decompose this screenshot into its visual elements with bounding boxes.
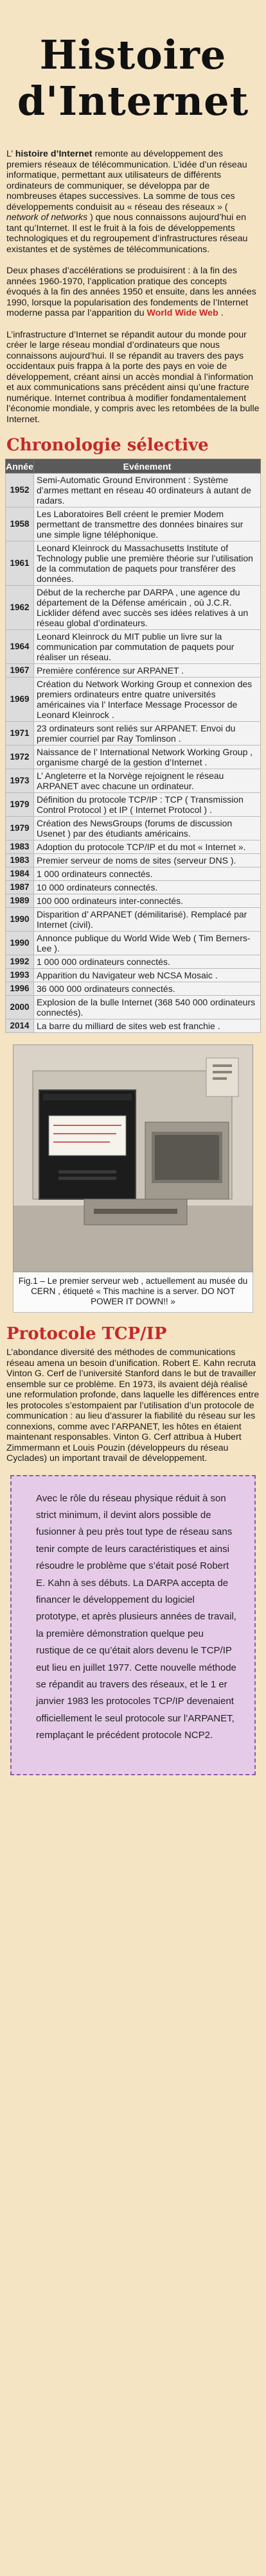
timeline-row: 1979 Définition du protocole TCP/IP : TCP… xyxy=(5,792,261,817)
intro-prefix: L’ xyxy=(6,149,15,159)
timeline-event: Définition du protocole TCP/IP : TCP ( T… xyxy=(33,792,261,817)
column-header-year: Année xyxy=(5,459,34,473)
timeline-row: 1969 Création du Network Working Group et… xyxy=(5,677,261,722)
timeline-row: 1992 1 000 000 ordinateurs connectés. xyxy=(5,955,261,969)
timeline-row: 1989 100 000 ordinateurs inter-connectés. xyxy=(5,894,261,908)
timeline-event: Explosion de la bulle Internet (368 540 … xyxy=(33,995,261,1019)
timeline-row: 1962 Début de la recherche par DARPA , un… xyxy=(5,585,261,630)
timeline-row: 1990 Annonce publique du World Wide Web (… xyxy=(5,931,261,955)
timeline-event: Création du Network Working Group et con… xyxy=(33,677,261,722)
timeline-year: 1983 xyxy=(5,853,34,867)
timeline-event: Annonce publique du World Wide Web ( Tim… xyxy=(33,931,261,955)
tcpip-heading: Protocole TCP/IP xyxy=(6,1324,167,1343)
timeline-year: 1971 xyxy=(5,721,34,746)
timeline-event: Première conférence sur ARPANET . xyxy=(33,663,261,678)
timeline-event: La barre du milliard de sites web est fr… xyxy=(33,1019,261,1033)
timeline-event: Leonard Kleinrock du MIT publie un livre… xyxy=(33,629,261,664)
timeline-event: 36 000 000 ordinateurs connectés. xyxy=(33,982,261,996)
timeline-event: 23 ordinateurs sont reliés sur ARPANET. … xyxy=(33,721,261,746)
timeline-event: Création des NewsGroups (forums de discu… xyxy=(33,816,261,840)
timeline-row: 1952 Semi-Automatic Ground Environment : … xyxy=(5,473,261,508)
server-photo-illustration xyxy=(13,1045,253,1272)
timeline-event: L’ Angleterre et la Norvège rejoignent l… xyxy=(33,769,261,793)
timeline-year: 2000 xyxy=(5,995,34,1019)
timeline-row: 1979 Création des NewsGroups (forums de d… xyxy=(5,816,261,840)
timeline-row: 1964 Leonard Kleinrock du MIT publie un l… xyxy=(5,629,261,664)
timeline-year: 1987 xyxy=(5,880,34,894)
timeline-header-row: Année Evénement xyxy=(5,459,261,473)
timeline-row: 2000 Explosion de la bulle Internet (368 … xyxy=(5,995,261,1019)
timeline-year: 1983 xyxy=(5,840,34,854)
timeline-year: 1973 xyxy=(5,769,34,793)
intro-section: L’ histoire d’Internet remonte au dévelo… xyxy=(0,149,266,425)
intro-paragraph-2: Deux phases d’accélérations se produisir… xyxy=(6,266,260,319)
timeline-year: 1984 xyxy=(5,867,34,881)
timeline-year: 1979 xyxy=(5,792,34,817)
timeline-row: 1958 Les Laboratoires Bell créent le prem… xyxy=(5,507,261,542)
timeline-row: 1996 36 000 000 ordinateurs connectés. xyxy=(5,982,261,996)
timeline-year: 1990 xyxy=(5,931,34,955)
timeline-heading: Chronologie sélective xyxy=(6,436,209,455)
column-header-event: Evénement xyxy=(33,459,261,473)
timeline-year: 1989 xyxy=(5,894,34,908)
timeline-row: 1984 1 000 ordinateurs connectés. xyxy=(5,867,261,881)
timeline-event: 1 000 ordinateurs connectés. xyxy=(33,867,261,881)
timeline-year: 1962 xyxy=(5,585,34,630)
photo-caption: Fig.1 – Le premier serveur web , actuell… xyxy=(13,1272,253,1313)
intro-p2-end: . xyxy=(218,308,224,318)
timeline-year: 2014 xyxy=(5,1019,34,1033)
intro-paragraph-1: L’ histoire d’Internet remonte au dévelo… xyxy=(6,149,260,255)
timeline-table: Année Evénement 1952 Semi-Automatic Groun… xyxy=(5,459,261,1033)
timeline-body: 1952 Semi-Automatic Ground Environment : … xyxy=(5,473,261,1033)
tcpip-highlight-box: Avec le rôle du réseau physique réduit à… xyxy=(10,1474,256,1775)
timeline-row: 1990 Disparition d’ ARPANET (démilitarisé… xyxy=(5,907,261,932)
timeline-row: 2014 La barre du milliard de sites web es… xyxy=(5,1019,261,1033)
tcpip-paragraph: L’abondance diversité des méthodes de co… xyxy=(6,1347,260,1463)
timeline-year: 1996 xyxy=(5,982,34,996)
timeline-event: Premier serveur de noms de sites (serveu… xyxy=(33,853,261,867)
timeline-event: Apparition du Navigateur web NCSA Mosaic… xyxy=(33,968,261,982)
page: Histoire d'Internet L’ histoire d’Intern… xyxy=(0,0,266,2576)
timeline-year: 1958 xyxy=(5,507,34,542)
timeline-row: 1961 Leonard Kleinrock du Massachusetts I… xyxy=(5,541,261,586)
server-photo xyxy=(13,1045,253,1272)
timeline-event: Les Laboratoires Bell créent le premier … xyxy=(33,507,261,542)
timeline-year: 1961 xyxy=(5,541,34,586)
timeline-event: Disparition d’ ARPANET (démilitarisé). R… xyxy=(33,907,261,932)
timeline-event: 10 000 ordinateurs connectés. xyxy=(33,880,261,894)
timeline-year: 1964 xyxy=(5,629,34,664)
timeline-event: Leonard Kleinrock du Massachusetts Insti… xyxy=(33,541,261,586)
page-title: Histoire d'Internet xyxy=(17,31,249,124)
timeline-event: Adoption du protocole TCP/IP et du mot «… xyxy=(33,840,261,854)
timeline-event: Semi-Automatic Ground Environment : Syst… xyxy=(33,473,261,508)
timeline-row: 1967 Première conférence sur ARPANET . xyxy=(5,663,261,678)
timeline-event: 100 000 ordinateurs inter-connectés. xyxy=(33,894,261,908)
timeline-year: 1967 xyxy=(5,663,34,678)
timeline-year: 1992 xyxy=(5,955,34,969)
tcpip-section: L’abondance diversité des méthodes de co… xyxy=(0,1347,266,1464)
timeline-year: 1969 xyxy=(5,677,34,722)
timeline-year: 1979 xyxy=(5,816,34,840)
timeline-year: 1990 xyxy=(5,907,34,932)
timeline-row: 1971 23 ordinateurs sont reliés sur ARPAN… xyxy=(5,721,261,746)
timeline-row: 1983 Adoption du protocole TCP/IP et du m… xyxy=(5,840,261,854)
timeline-year: 1952 xyxy=(5,473,34,508)
intro-italic-term: network of networks xyxy=(6,212,91,223)
timeline-event: Début de la recherche par DARPA , une ag… xyxy=(33,585,261,630)
timeline-row: 1993 Apparition du Navigateur web NCSA Mo… xyxy=(5,968,261,982)
timeline-event: 1 000 000 ordinateurs connectés. xyxy=(33,955,261,969)
timeline-year: 1972 xyxy=(5,745,34,769)
timeline-event: Naissance de l’ International Network Wo… xyxy=(33,745,261,769)
timeline-row: 1972 Naissance de l’ International Networ… xyxy=(5,745,261,769)
timeline-row: 1983 Premier serveur de noms de sites (se… xyxy=(5,853,261,867)
www-link[interactable]: World Wide Web xyxy=(146,308,218,318)
intro-paragraph-3: L’infrastructure d’Internet se répandit … xyxy=(6,329,260,425)
timeline-year: 1993 xyxy=(5,968,34,982)
intro-bold-term: histoire d’Internet xyxy=(15,149,93,159)
timeline-row: 1973 L’ Angleterre et la Norvège rejoigne… xyxy=(5,769,261,793)
timeline-row: 1987 10 000 ordinateurs connectés. xyxy=(5,880,261,894)
